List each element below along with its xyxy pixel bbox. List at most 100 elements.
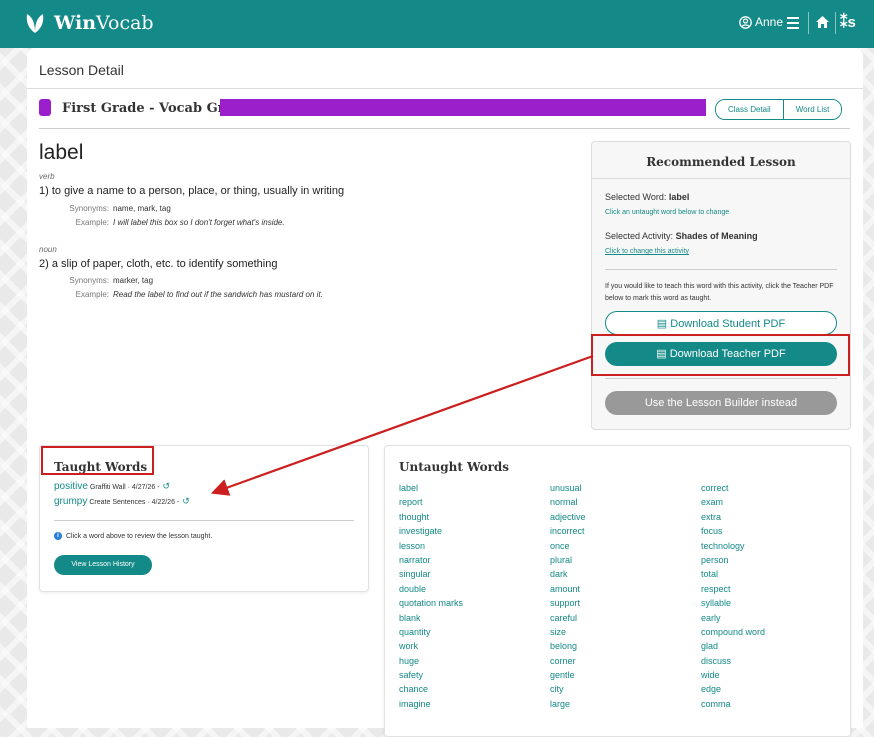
untaught-word-link[interactable]: discuss [701,654,765,668]
untaught-word-link[interactable]: once [550,539,586,553]
home-icon[interactable] [815,15,830,29]
untaught-word-link[interactable]: syllable [701,596,765,610]
untaught-word-link[interactable]: correct [701,481,765,495]
untaught-word-link[interactable]: total [701,567,765,581]
change-word-hint: Click an untaught word below to change [605,209,730,216]
untaught-word-link[interactable]: label [399,481,463,495]
untaught-word-link[interactable]: unusual [550,481,586,495]
untaught-word-link[interactable]: person [701,553,765,567]
info-icon: i [54,532,62,540]
user-name: Anne [755,15,784,29]
untaught-word-link[interactable]: thought [399,510,463,524]
untaught-word-link[interactable]: normal [550,495,586,509]
download-student-pdf-button[interactable]: ▤ Download Student PDF [605,311,837,335]
untaught-word-link[interactable]: adjective [550,510,586,524]
definition: 1) to give a name to a person, place, or… [39,185,345,197]
untaught-word-link[interactable]: lesson [399,539,463,553]
taught-word-item: grumpy Create Sentences · 4/22/26 - ↺ [54,496,190,507]
untaught-word-link[interactable]: city [550,682,586,696]
word-list-button[interactable]: Word List [782,100,842,119]
winvocab-logo[interactable]: WinVocab [24,12,154,34]
taught-info: i Click a word above to review the lesso… [54,532,212,540]
brand-s-icon[interactable]: ⁑s [840,13,856,31]
untaught-word-link[interactable]: incorrect [550,524,586,538]
selected-activity: Selected Activity: Shades of Meaning [605,231,758,241]
change-activity-link[interactable]: Click to change this activity [605,248,689,255]
part-of-speech: verb [39,172,55,181]
taught-word-meta: Graffiti Wall · 4/27/26 - [89,484,160,491]
untaught-word-link[interactable]: investigate [399,524,463,538]
brand-name: WinVocab [54,12,154,34]
untaught-word-link[interactable]: quantity [399,625,463,639]
highlight-box [591,334,850,376]
divider [605,269,837,270]
untaught-word-link[interactable]: respect [701,582,765,596]
class-name: First Grade - Vocab Gr 1 [62,101,239,116]
untaught-word-link[interactable]: compound word [701,625,765,639]
untaught-word-link[interactable]: extra [701,510,765,524]
taught-word-link[interactable]: positive [54,481,88,492]
recommended-lesson-panel: Recommended Lesson Selected Word: label … [591,141,851,430]
untaught-word-link[interactable]: glad [701,639,765,653]
synonyms-value: name, mark, tag [113,204,171,213]
class-color-tag [39,99,51,116]
untaught-words-column: label report thought investigate lesson narra… [399,481,463,711]
untaught-word-link[interactable]: belong [550,639,586,653]
class-detail-button[interactable]: Class Detail [716,100,783,119]
example-row: Example: Read the label to find out if t… [39,290,323,299]
divider [27,88,863,89]
synonyms-row: Synonyms: name, mark, tag [39,204,171,213]
untaught-word-link[interactable]: large [550,697,586,711]
untaught-word-link[interactable]: size [550,625,586,639]
untaught-words-title: Untaught Words [399,460,510,474]
untaught-word-link[interactable]: quotation marks [399,596,463,610]
untaught-word-link[interactable]: report [399,495,463,509]
untaught-word-link[interactable]: singular [399,567,463,581]
recommended-lesson-title: Recommended Lesson [646,155,796,169]
undo-icon[interactable]: ↺ [182,496,190,507]
user-menu[interactable]: Anne [739,15,783,29]
taught-word-item: positive Graffiti Wall · 4/27/26 - ↺ [54,481,170,492]
untaught-word-link[interactable]: comma [701,697,765,711]
undo-icon[interactable]: ↺ [163,481,171,492]
top-bar: WinVocab Anne ⁑s [0,0,874,48]
untaught-word-link[interactable]: narrator [399,553,463,567]
taught-word-link[interactable]: grumpy [54,496,87,507]
untaught-word-link[interactable]: plural [550,553,586,567]
untaught-word-link[interactable]: edge [701,682,765,696]
untaught-word-link[interactable]: exam [701,495,765,509]
untaught-word-link[interactable]: gentle [550,668,586,682]
untaught-word-link[interactable]: huge [399,654,463,668]
untaught-word-link[interactable]: double [399,582,463,596]
untaught-word-link[interactable]: amount [550,582,586,596]
example-label: Example: [75,218,109,227]
word-title: label [39,141,84,164]
lesson-builder-button[interactable]: Use the Lesson Builder instead [605,391,837,415]
untaught-word-link[interactable]: early [701,611,765,625]
untaught-word-link[interactable]: work [399,639,463,653]
definition: 2) a slip of paper, cloth, etc. to ident… [39,258,278,270]
untaught-word-link[interactable]: wide [701,668,765,682]
page-title: Lesson Detail [39,62,124,78]
selected-word: Selected Word: label [605,192,690,202]
untaught-words-column: unusual normal adjective incorrect once plura… [550,481,586,711]
untaught-word-link[interactable]: chance [399,682,463,696]
untaught-word-link[interactable]: support [550,596,586,610]
divider [592,178,850,179]
untaught-word-link[interactable]: corner [550,654,586,668]
untaught-word-link[interactable]: blank [399,611,463,625]
example-label: Example: [75,290,109,299]
untaught-word-link[interactable]: technology [701,539,765,553]
untaught-word-link[interactable]: safety [399,668,463,682]
part-of-speech: noun [39,245,57,254]
synonyms-label: Synonyms: [69,204,109,213]
untaught-word-link[interactable]: focus [701,524,765,538]
header-divider [808,12,809,34]
divider [605,378,837,379]
untaught-word-link[interactable]: careful [550,611,586,625]
untaught-word-link[interactable]: imagine [399,697,463,711]
view-lesson-history-button[interactable]: View Lesson History [54,555,152,575]
untaught-word-link[interactable]: dark [550,567,586,581]
hamburger-menu-icon[interactable] [787,17,799,29]
synonyms-value: marker, tag [113,276,154,285]
